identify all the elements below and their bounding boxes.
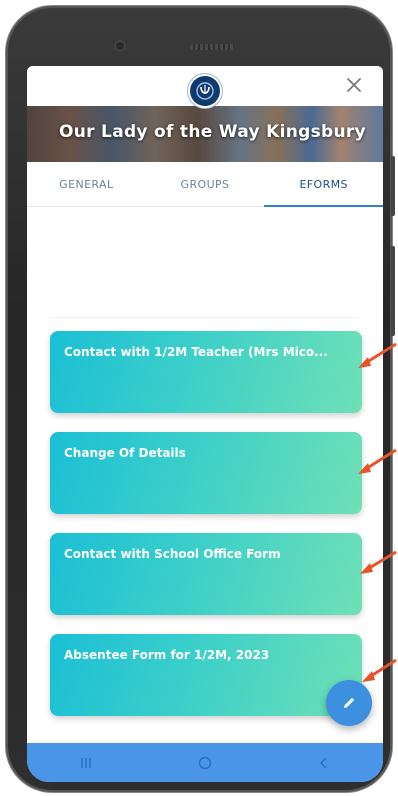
close-icon (347, 78, 361, 92)
volume-button (391, 156, 395, 216)
eform-card-label: Contact with School Office Form (64, 547, 281, 561)
eforms-list: Contact with 1/2M Teacher (Mrs Mico... C… (27, 207, 383, 747)
tab-general[interactable]: GENERAL (27, 162, 146, 206)
list-divider (49, 317, 359, 318)
school-crest-icon (196, 82, 214, 100)
eform-card-label: Change Of Details (64, 446, 186, 460)
school-banner: Our Lady of the Way Kingsbury (27, 106, 383, 162)
annotation-arrow-2 (358, 448, 397, 474)
eform-card-label: Absentee Form for 1/2M, 2023 (64, 648, 270, 662)
home-icon (198, 756, 212, 769)
back-icon (319, 757, 327, 768)
annotation-arrow-3 (360, 550, 397, 574)
recent-apps-icon (81, 757, 92, 768)
pencil-icon (344, 697, 355, 708)
tab-bar: GENERAL GROUPS EFORMS (27, 162, 383, 207)
app-screen: Our Lady of the Way Kingsbury GENERAL GR… (27, 66, 383, 782)
tab-eforms[interactable]: EFORMS (264, 162, 383, 207)
recent-apps-button[interactable] (66, 748, 106, 778)
front-camera (114, 40, 126, 52)
home-button[interactable] (185, 748, 225, 778)
eform-card-change-details[interactable]: Change Of Details (50, 432, 362, 514)
close-button[interactable] (343, 74, 365, 96)
eform-card-label: Contact with 1/2M Teacher (Mrs Mico... (64, 345, 328, 359)
system-nav-bar (27, 743, 383, 782)
eform-card-absentee[interactable]: Absentee Form for 1/2M, 2023 (50, 634, 362, 716)
annotation-arrow-4 (362, 658, 397, 682)
annotation-arrow-1 (358, 342, 397, 368)
earpiece-speaker (190, 44, 234, 50)
tab-groups[interactable]: GROUPS (146, 162, 265, 206)
back-button[interactable] (304, 748, 344, 778)
eform-card-teacher-contact[interactable]: Contact with 1/2M Teacher (Mrs Mico... (50, 331, 362, 413)
power-button (391, 246, 395, 336)
school-logo (190, 76, 220, 106)
compose-fab[interactable] (326, 680, 372, 726)
school-name: Our Lady of the Way Kingsbury (59, 122, 366, 142)
eform-card-office-contact[interactable]: Contact with School Office Form (50, 533, 362, 615)
